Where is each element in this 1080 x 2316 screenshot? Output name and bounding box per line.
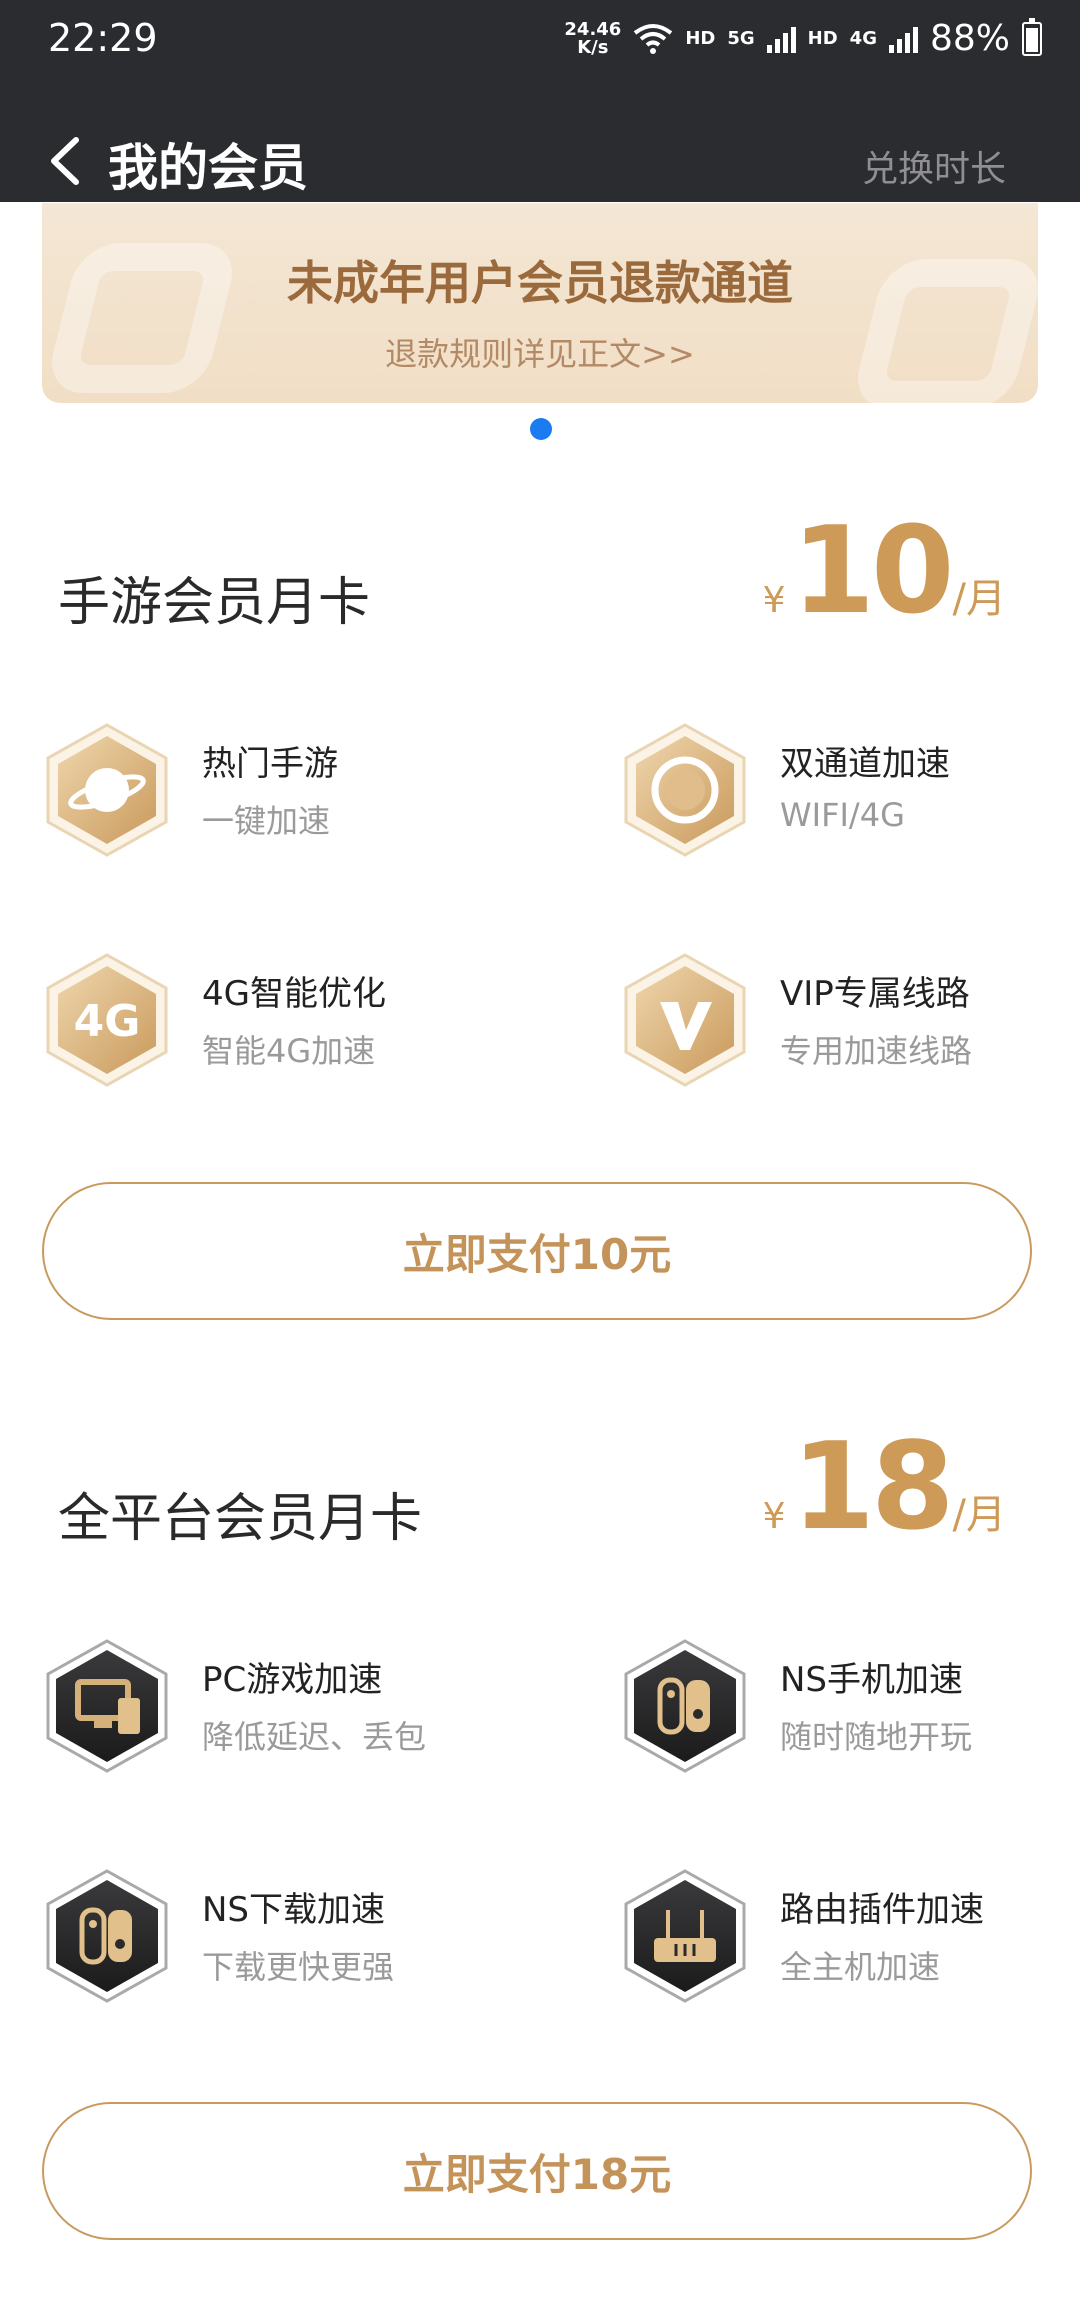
banner-subtitle: 退款规则详见正文>> [385, 335, 695, 373]
pay-10-button[interactable]: 立即支付10元 [42, 1182, 1032, 1320]
plan-price: ¥ 18 /月 [763, 1428, 1006, 1548]
signal-icon [766, 25, 796, 53]
currency-symbol: ¥ [762, 1496, 786, 1537]
feature-title: 4G智能优化 [202, 974, 386, 1014]
feature-subtitle: 下载更快更强 [202, 1948, 395, 1986]
hd-badge-2: HD [807, 28, 838, 49]
banner-title: 未成年用户会员退款通道 [287, 256, 793, 310]
battery-percent: 88% [929, 18, 1010, 59]
feature-item: 双通道加速 WIFI/4G [620, 722, 1080, 862]
feature-subtitle: 降低延迟、丢包 [202, 1718, 427, 1756]
feature-item: NS手机加速 随时随地开玩 [620, 1638, 1080, 1778]
wifi-icon [634, 23, 673, 54]
price-value: 10 [791, 502, 955, 641]
feature-title: 路由插件加速 [780, 1890, 984, 1930]
price-unit: /月 [952, 576, 1006, 622]
feature-subtitle: 智能4G加速 [202, 1032, 376, 1070]
feature-item: 4G 4G智能优化 智能4G加速 [42, 952, 522, 1092]
4g-icon: 4G [46, 953, 168, 1087]
feature-subtitle: 专用加速线路 [780, 1032, 973, 1070]
pay-18-button[interactable]: 立即支付18元 [42, 2102, 1032, 2240]
plan-price: ¥ 10 /月 [763, 512, 1006, 632]
app-bar: 我的会员 兑换时长 [0, 120, 1080, 202]
redeem-time-link[interactable]: 兑换时长 [862, 140, 1006, 192]
status-icons: 24.46 K/s HD 5G HD 4G 88% [564, 17, 1042, 59]
network-speed-unit: K/s [577, 36, 609, 58]
feature-title: PC游戏加速 [202, 1660, 383, 1700]
feature-title: NS手机加速 [780, 1660, 964, 1700]
router-icon [624, 1869, 746, 2003]
currency-symbol: ¥ [762, 580, 786, 621]
carousel-indicator [530, 418, 552, 440]
price-value: 18 [791, 1418, 955, 1557]
status-bar: 22:29 24.46 K/s HD 5G HD 4G 88% [0, 0, 1080, 80]
planet-icon [46, 723, 168, 857]
feature-title: 双通道加速 [780, 744, 950, 784]
network-type-4g: 4G [849, 28, 877, 49]
signal-icon-2 [888, 25, 918, 53]
plan-name: 全平台会员月卡 [58, 1489, 423, 1549]
feature-subtitle: 一键加速 [202, 802, 331, 840]
feature-item: VIP专属线路 专用加速线路 [620, 952, 1080, 1092]
feature-title: 热门手游 [202, 744, 338, 784]
feature-item: NS下载加速 下载更快更强 [42, 1868, 522, 2008]
top-bar: 22:29 24.46 K/s HD 5G HD 4G 88% 我的会员 兑换时… [0, 0, 1080, 202]
feature-item: 热门手游 一键加速 [42, 722, 522, 862]
network-type-5g: 5G [727, 28, 755, 49]
page-title: 我的会员 [108, 139, 308, 197]
feature-subtitle: 全主机加速 [780, 1948, 941, 1986]
network-speed-value: 24.46 [564, 18, 622, 40]
back-arrow-icon[interactable] [44, 134, 88, 188]
refund-banner[interactable]: 未成年用户会员退款通道 退款规则详见正文>> [42, 203, 1038, 403]
feature-title: VIP专属线路 [780, 974, 970, 1014]
feature-subtitle: WIFI/4G [780, 796, 905, 834]
pc-icon [46, 1639, 168, 1773]
switch-icon [624, 1639, 746, 1773]
feature-item: 路由插件加速 全主机加速 [620, 1868, 1080, 2008]
status-time: 22:29 [48, 16, 158, 60]
feature-title: NS下载加速 [202, 1890, 386, 1930]
price-unit: /月 [952, 1492, 1006, 1538]
dual-channel-icon [624, 723, 746, 857]
feature-item: PC游戏加速 降低延迟、丢包 [42, 1638, 522, 1778]
battery-icon [1022, 17, 1042, 56]
switch-download-icon [46, 1869, 168, 2003]
hd-badge: HD [685, 28, 716, 49]
feature-subtitle: 随时随地开玩 [780, 1718, 973, 1756]
vip-icon [624, 953, 746, 1087]
4g-icon-text: 4G [74, 996, 141, 1047]
network-speed: 24.46 K/s [564, 18, 622, 58]
plan-name: 手游会员月卡 [58, 573, 371, 633]
